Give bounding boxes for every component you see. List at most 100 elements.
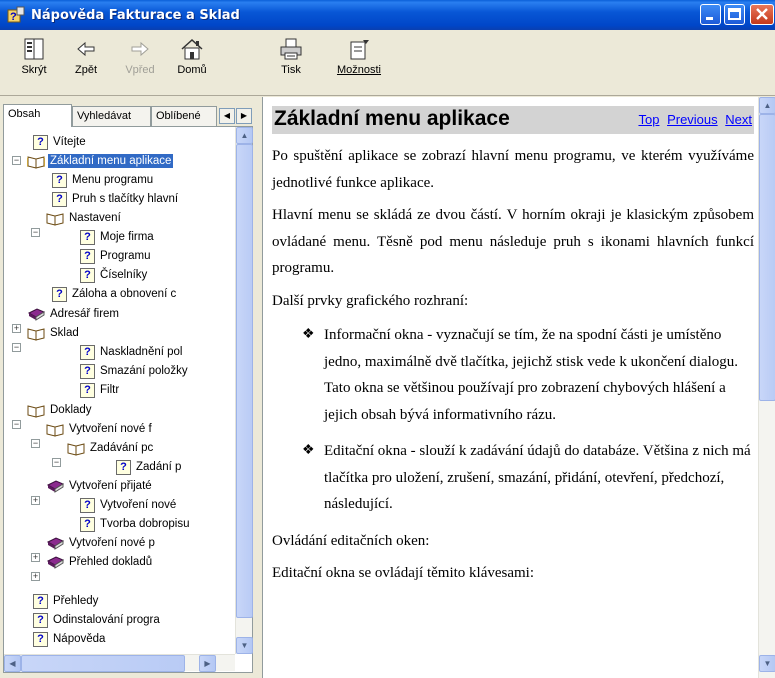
closed-book-icon: [46, 479, 65, 494]
back-button[interactable]: Zpět: [64, 36, 108, 90]
home-button[interactable]: Domů: [170, 36, 214, 90]
diamond-bullet-icon: ❖: [302, 443, 315, 458]
content-vertical-scrollbar[interactable]: ▲ ▼: [758, 97, 775, 678]
tab-favorites[interactable]: Oblíbené: [151, 106, 217, 126]
help-app-icon: ?: [7, 6, 25, 24]
scroll-thumb[interactable]: [21, 655, 185, 672]
tree-item[interactable]: ? Vytvoření nové: [80, 496, 178, 514]
collapse-toggle[interactable]: −: [31, 439, 40, 448]
next-link[interactable]: Next: [725, 112, 752, 127]
tree-item[interactable]: ? Přehledy: [33, 592, 100, 610]
tree-item[interactable]: Vytvoření nové f: [46, 420, 154, 438]
printer-icon: [280, 38, 302, 60]
topic-nav: Top Previous Next: [634, 112, 752, 127]
tree-item[interactable]: ? Vítejte: [33, 133, 88, 151]
tree-item[interactable]: Nastavení: [46, 209, 123, 227]
scroll-right-button[interactable]: ▶: [199, 655, 216, 672]
tree-item[interactable]: Přehled dokladů: [46, 553, 154, 571]
previous-link[interactable]: Previous: [667, 112, 718, 127]
top-link[interactable]: Top: [638, 112, 659, 127]
home-label: Domů: [177, 64, 207, 76]
topic-pane: Základní menu aplikace Top Previous Next…: [262, 97, 775, 678]
bullet-text: Editační okna - slouží k zadávání údajů …: [324, 443, 751, 512]
tree-item[interactable]: ? Zadání p: [116, 458, 183, 476]
open-book-icon: [27, 154, 45, 169]
open-book-icon: [27, 326, 45, 341]
minimize-button[interactable]: [700, 4, 721, 25]
navigation-pane: Obsah Vyhledávat Oblíbené ◀ ▶ − − + − − …: [0, 97, 259, 678]
scroll-up-button[interactable]: ▲: [759, 97, 775, 114]
tree-item[interactable]: Sklad: [27, 324, 81, 342]
tab-scroll-left-button[interactable]: ◀: [219, 108, 235, 124]
expand-toggle[interactable]: +: [31, 572, 40, 581]
tree-item[interactable]: Vytvoření nové p: [46, 534, 157, 552]
tree-item[interactable]: ? Programu: [80, 247, 153, 265]
scroll-down-button[interactable]: ▼: [759, 655, 775, 672]
open-book-icon: [67, 441, 85, 456]
diamond-bullet-icon: ❖: [302, 327, 315, 342]
close-button[interactable]: [750, 4, 774, 25]
tree-item[interactable]: Doklady: [27, 401, 94, 419]
hide-button[interactable]: Skrýt: [12, 36, 56, 90]
paragraph: Editační okna se ovládají těmito klávesa…: [272, 565, 535, 581]
tab-search[interactable]: Vyhledávat: [72, 106, 151, 126]
help-topic-icon: ?: [80, 516, 95, 532]
collapse-toggle[interactable]: −: [12, 156, 21, 165]
help-topic-icon: ?: [80, 382, 95, 398]
help-topic-icon: ?: [80, 248, 95, 264]
collapse-toggle[interactable]: −: [12, 343, 21, 352]
tree-item[interactable]: ? Pruh s tlačítky hlavní: [52, 190, 180, 208]
tree-item[interactable]: ? Menu programu: [52, 171, 155, 189]
open-book-icon: [27, 403, 45, 418]
bullet-item: ❖ Editační okna - slouží k zadávání údajů…: [272, 438, 754, 518]
scroll-thumb[interactable]: [759, 114, 775, 401]
tree-item[interactable]: Zadávání pc: [67, 439, 155, 457]
tree-item[interactable]: ? Odinstalování progra: [33, 611, 162, 629]
tab-contents[interactable]: Obsah: [3, 104, 72, 127]
tree-item[interactable]: ? Smazání položky: [80, 362, 190, 380]
help-topic-icon: ?: [80, 363, 95, 379]
scroll-thumb[interactable]: [236, 144, 253, 618]
forward-button[interactable]: Vpřed: [118, 36, 162, 90]
tree-item[interactable]: ? Nápověda: [33, 630, 107, 648]
help-topic-icon: ?: [80, 497, 95, 513]
tree-vertical-scrollbar[interactable]: ▲ ▼: [235, 127, 253, 654]
tab-scroll-right-button[interactable]: ▶: [236, 108, 252, 124]
options-label: Možnosti: [336, 64, 382, 76]
tree-horizontal-scrollbar[interactable]: ◀ ▶: [4, 654, 235, 672]
closed-book-icon: [46, 555, 65, 570]
options-button[interactable]: Možnosti: [333, 36, 385, 90]
scroll-down-button[interactable]: ▼: [236, 637, 253, 654]
collapse-toggle[interactable]: −: [31, 228, 40, 237]
title-bar: ? Nápověda Fakturace a Sklad: [0, 0, 775, 30]
tree-item[interactable]: ? Filtr: [80, 381, 121, 399]
nav-tabs: Obsah Vyhledávat Oblíbené ◀ ▶: [3, 104, 253, 127]
options-icon: [350, 40, 369, 60]
expand-toggle[interactable]: +: [31, 553, 40, 562]
help-topic-icon: ?: [52, 172, 67, 188]
expand-toggle[interactable]: +: [31, 496, 40, 505]
collapse-toggle[interactable]: −: [52, 458, 61, 467]
help-topic-icon: ?: [33, 134, 48, 150]
print-button[interactable]: Tisk: [269, 36, 313, 90]
tree-item[interactable]: ? Záloha a obnovení c: [52, 285, 178, 303]
contents-tree-panel: − − + − − − − + + + ? Vítejte Základní me…: [3, 126, 253, 673]
scroll-left-button[interactable]: ◀: [4, 655, 21, 672]
tree-item[interactable]: Vytvoření přijaté: [46, 477, 154, 495]
collapse-toggle[interactable]: −: [12, 420, 21, 429]
tree-item[interactable]: Adresář firem: [27, 305, 121, 323]
tree-item[interactable]: ? Moje firma: [80, 228, 156, 246]
tree-item-selected[interactable]: Základní menu aplikace: [27, 152, 174, 170]
maximize-button[interactable]: [724, 4, 745, 25]
topic-title: Základní menu aplikace: [274, 107, 510, 130]
print-label: Tisk: [281, 64, 301, 76]
expand-toggle[interactable]: +: [12, 324, 21, 333]
open-book-icon: [46, 422, 64, 437]
tree-item[interactable]: ? Číselníky: [80, 266, 149, 284]
topic-content: Po spuštění aplikace se zobrazí hlavní m…: [272, 143, 754, 593]
tree-item[interactable]: ? Naskladnění pol: [80, 343, 184, 361]
contents-tree: − − + − − − − + + + ? Vítejte Základní me…: [4, 127, 236, 654]
paragraph: Po spuštění aplikace se zobrazí hlavní m…: [272, 148, 754, 191]
tree-item[interactable]: ? Tvorba dobropisu: [80, 515, 192, 533]
scroll-up-button[interactable]: ▲: [236, 127, 253, 144]
